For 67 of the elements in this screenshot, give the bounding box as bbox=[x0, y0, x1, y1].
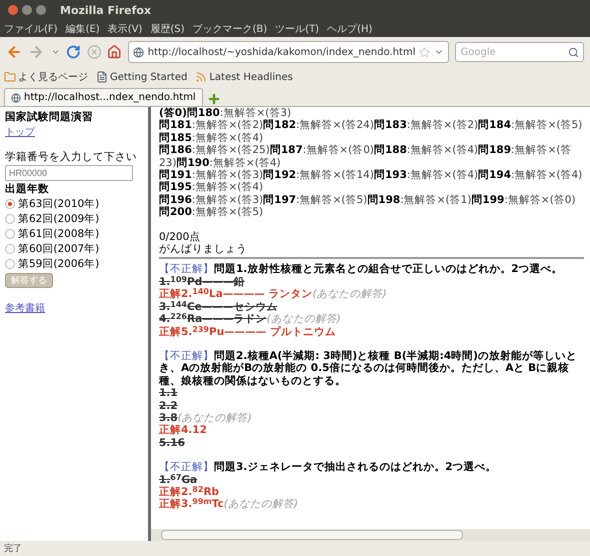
menu-item[interactable]: 表示(V) bbox=[108, 22, 142, 36]
feed-icon bbox=[195, 71, 208, 83]
question-title: 【不正解】問題3.ジェネレータで抽出されるのはどれか。2つ選べ。 bbox=[159, 461, 498, 474]
menu-item[interactable]: ファイル(F) bbox=[4, 22, 58, 36]
horizontal-scrollbar[interactable] bbox=[151, 529, 590, 541]
bookmark-item[interactable]: Getting Started bbox=[96, 71, 188, 83]
answer-option: 正解4.12 bbox=[159, 424, 584, 437]
search-icon[interactable] bbox=[568, 46, 579, 58]
results-line: 問186:無解答×(答25)問187:無解答×(答0)問188:無解答×(答4)問189:無解答×(答23)問190:無解答×(答4) bbox=[159, 144, 572, 169]
answer-option: 正解2.$^{82}$Rb bbox=[159, 486, 584, 498]
menu-item[interactable]: ツール(T) bbox=[275, 22, 320, 36]
year-radio-option[interactable]: 第61回(2008年) bbox=[5, 227, 143, 241]
radio-button[interactable] bbox=[5, 259, 15, 269]
status-text: 完了 bbox=[3, 542, 23, 556]
forward-icon[interactable] bbox=[28, 43, 45, 61]
results-line: 問181:無解答×(答2)問182:無解答×(答24)問183:無解答×(答2)問184:無解答×(答5) 問185:無解答×(答4) bbox=[159, 119, 584, 144]
browser-tab[interactable]: http://localhost...ndex_nendo.html bbox=[4, 88, 203, 106]
results-line: (答0)問180:無解答×(答3) bbox=[159, 107, 292, 119]
stop-icon[interactable] bbox=[86, 44, 102, 60]
minimize-button[interactable] bbox=[22, 5, 32, 15]
site-icon bbox=[132, 46, 144, 58]
answer-option: 1.$^{67}$Ga bbox=[159, 474, 584, 486]
results-line: 問191:無解答×(答3)問192:無解答×(答14)問193:無解答×(答4)問194:無解答×(答4) 問195:無解答×(答4) bbox=[159, 169, 584, 194]
reload-icon[interactable] bbox=[66, 44, 81, 60]
top-link[interactable]: トップ bbox=[5, 127, 35, 138]
question-title: 【不正解】問題2.核種A(半減期: 3時間)と核種 B(半減期:4時間)の放射能が等しいとき、Aの放射能がBの放射能の 0.5倍になるのは何時間後か。ただし、Aと Bに親核種、娘核種の関係はないものとする。 bbox=[159, 350, 578, 388]
answer-option: 正解5.$^{239}$Pu———— プルトニウム bbox=[159, 326, 584, 338]
radio-button[interactable] bbox=[5, 229, 15, 239]
message-text: がんばりましょう bbox=[159, 243, 248, 256]
back-icon[interactable] bbox=[6, 43, 22, 61]
score-text: 0/200点 bbox=[159, 230, 202, 244]
year-radio-option[interactable]: 第62回(2009年) bbox=[5, 212, 143, 226]
id-prompt: 学籍番号を入力して下さい bbox=[5, 150, 138, 164]
radio-button[interactable] bbox=[5, 199, 15, 209]
id-input-field[interactable]: HR00000 bbox=[5, 165, 133, 181]
close-button[interactable] bbox=[8, 5, 18, 15]
answer-option: 3.$^{144}$Ce———セシウム bbox=[159, 300, 584, 314]
books-link[interactable]: 参考書籍 bbox=[5, 303, 45, 314]
maximize-button[interactable] bbox=[36, 5, 46, 15]
menu-item[interactable]: 編集(E) bbox=[66, 22, 100, 36]
menu-item[interactable]: ヘルプ(H) bbox=[327, 22, 372, 36]
menu-item[interactable]: 履歴(S) bbox=[150, 22, 184, 36]
answer-option: 4.$^{226}$Ra———ラドン(あなたの解答) bbox=[159, 313, 584, 326]
home-icon[interactable] bbox=[107, 44, 122, 60]
question-title: 【不正解】問題1.放射性核種と元素名との組合せで正しいのはどれか。2つ選べ。 bbox=[159, 263, 564, 276]
answer-option: 正解2.$^{140}$La———— ランタン(あなたの解答) bbox=[159, 288, 584, 301]
year-radio-option[interactable]: 第63回(2010年) bbox=[5, 197, 143, 211]
new-tab-icon[interactable] bbox=[206, 92, 221, 106]
bookmark-item[interactable]: よく見るページ bbox=[4, 70, 88, 84]
answer-option: 正解3.$^{99m}$Tc(あなたの解答) bbox=[159, 498, 584, 511]
star-icon[interactable] bbox=[419, 46, 430, 58]
window-title: Mozilla Firefox bbox=[60, 4, 152, 16]
site-icon bbox=[11, 92, 21, 102]
menu-item[interactable]: ブックマーク(B) bbox=[192, 22, 268, 36]
sidebar-title: 国家試験問題演習 bbox=[5, 110, 94, 124]
bookmark-item[interactable]: Latest Headlines bbox=[195, 71, 293, 83]
results-line: 問196:無解答×(答3)問197:無解答×(答5)問198:無解答×(答1)問199:無解答×(答0) 問200:無解答×(答5) bbox=[159, 194, 577, 219]
answer-option: 1.$^{109}$Pd———鉛 bbox=[159, 276, 584, 288]
year-radio-option[interactable]: 第59回(2006年) bbox=[5, 257, 143, 271]
url-text: http://localhost/~yoshida/kakomon/index_nendo.html bbox=[148, 46, 416, 58]
radio-button[interactable] bbox=[5, 214, 15, 224]
years-heading: 出題年数 bbox=[5, 182, 50, 196]
year-radio-option[interactable]: 第60回(2007年) bbox=[5, 242, 143, 256]
radio-button[interactable] bbox=[5, 244, 15, 254]
page-icon bbox=[96, 71, 108, 83]
folder-icon bbox=[4, 71, 16, 83]
url-field[interactable]: http://localhost/~yoshida/kakomon/index_nendo.html bbox=[128, 41, 450, 63]
